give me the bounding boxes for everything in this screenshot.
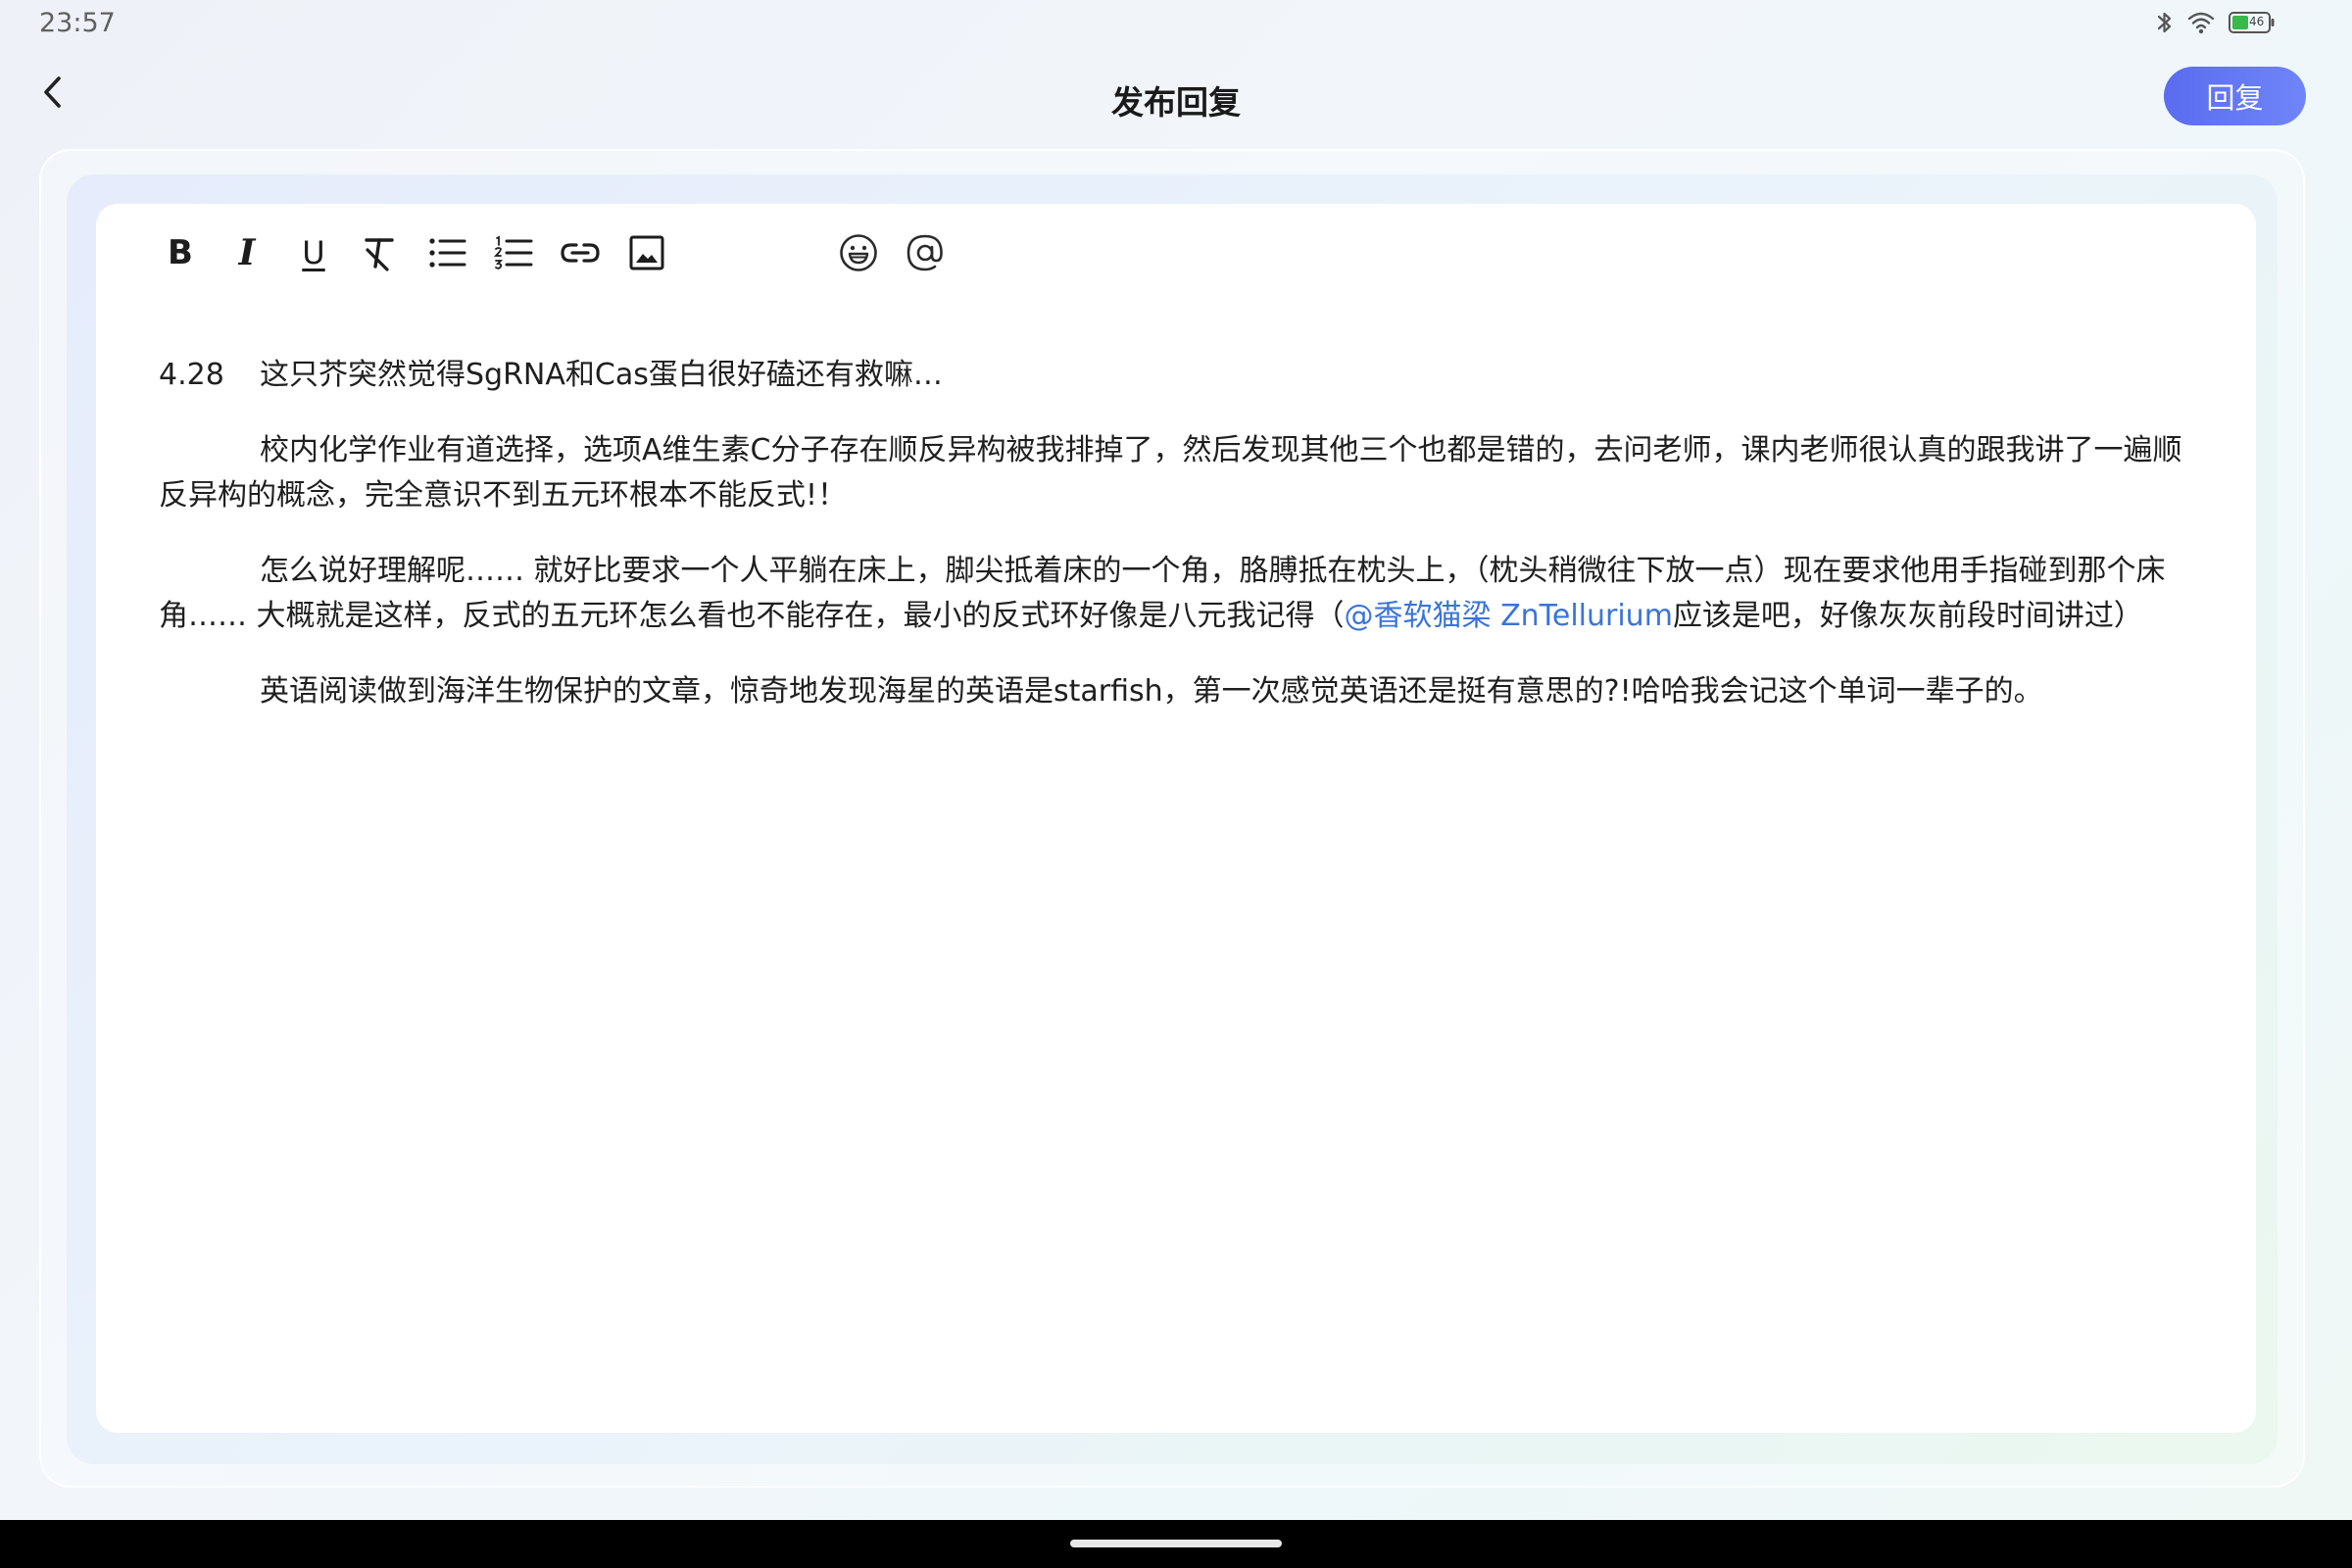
underline-button[interactable]: U: [290, 229, 337, 276]
page-title: 发布回复: [1111, 83, 1241, 122]
status-time: 23:57: [39, 8, 116, 38]
numbered-list-icon: [494, 235, 533, 270]
underline-icon: U: [302, 234, 325, 271]
bold-icon: B: [168, 233, 193, 272]
wifi-icon: [2187, 11, 2215, 34]
image-icon: [628, 234, 665, 271]
status-icons: 46: [2156, 10, 2276, 35]
clear-format-icon: [361, 233, 400, 272]
formatting-toolbar: B I U: [96, 204, 2256, 302]
emoji-icon: [838, 232, 879, 273]
paragraph-1: 4.28 这只芥突然觉得SgRNA和Cas蛋白很好磕还有救嘛…: [159, 353, 2193, 398]
insert-image-button[interactable]: [623, 229, 670, 276]
at-sign-icon: [905, 232, 946, 273]
home-gesture-handle[interactable]: [1070, 1540, 1282, 1547]
navigation-bar: [0, 1520, 2352, 1568]
bluetooth-icon: [2156, 10, 2174, 35]
mention-button[interactable]: [902, 229, 949, 276]
emoji-button[interactable]: [835, 229, 882, 276]
status-bar: 23:57 46: [0, 0, 2352, 49]
reply-button[interactable]: 回复: [2164, 67, 2306, 125]
diary-date: 4.28: [159, 358, 224, 392]
bullet-list-icon: [427, 235, 466, 270]
numbered-list-button[interactable]: [490, 229, 537, 276]
paragraph-3: 怎么说好理解呢…… 就好比要求一个人平躺在床上，脚尖抵着床的一个角，胳膊抵在枕头…: [159, 549, 2193, 639]
paragraph-3-text-after: 应该是吧，好像灰灰前段时间讲过）: [1672, 599, 2143, 633]
reply-editor-content[interactable]: 4.28 这只芥突然觉得SgRNA和Cas蛋白很好磕还有救嘛… 校内化学作业有道选…: [159, 353, 2193, 745]
bullet-list-button[interactable]: [423, 229, 470, 276]
link-icon: [560, 239, 601, 267]
paragraph-4: 英语阅读做到海洋生物保护的文章，惊奇地发现海星的英语是starfish，第一次感…: [260, 674, 2043, 709]
paragraph-2: 校内化学作业有道选择，选项A维生素C分子存在顺反异构被我排掉了，然后发现其他三个…: [159, 433, 2182, 513]
battery-icon: 46: [2229, 11, 2276, 34]
bold-button[interactable]: B: [157, 229, 204, 276]
user-mention-link[interactable]: @香软猫梁 ZnTellurium: [1345, 599, 1673, 633]
italic-icon: I: [238, 232, 256, 273]
battery-level: 46: [2249, 15, 2265, 28]
italic-button[interactable]: I: [223, 229, 270, 276]
editor-card: B I U 4.28 这只芥突然觉得SgRNA和Cas蛋白很好磕还有救嘛… 校内…: [96, 204, 2256, 1433]
paragraph-1-text: 这只芥突然觉得SgRNA和Cas蛋白很好磕还有救嘛…: [260, 358, 943, 392]
link-button[interactable]: [557, 229, 604, 276]
clear-format-button[interactable]: [357, 229, 404, 276]
